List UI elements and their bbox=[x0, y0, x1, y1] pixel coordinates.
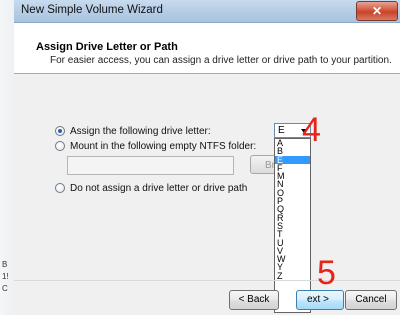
drive-letter-option[interactable]: P bbox=[275, 197, 310, 205]
mount-folder-radio[interactable] bbox=[55, 141, 65, 151]
drive-letter-value: E bbox=[278, 125, 285, 136]
drive-letter-option[interactable]: M bbox=[275, 172, 310, 180]
assign-letter-label: Assign the following drive letter: bbox=[70, 125, 211, 137]
page-subtitle: For easier access, you can assign a driv… bbox=[50, 55, 392, 66]
next-button[interactable]: ext > bbox=[296, 290, 344, 310]
step-5-annotation: 5 bbox=[317, 254, 336, 292]
mount-folder-option[interactable]: Mount in the following empty NTFS folder… bbox=[55, 139, 256, 153]
step-4-annotation: 4 bbox=[302, 111, 321, 149]
drive-letter-option[interactable]: W bbox=[275, 255, 310, 263]
drive-letter-option[interactable]: N bbox=[275, 180, 310, 188]
window-title: New Simple Volume Wizard bbox=[21, 4, 163, 16]
background-text-fragment: C bbox=[2, 284, 8, 293]
drive-letter-option[interactable]: U bbox=[275, 239, 310, 247]
footer-divider bbox=[14, 280, 400, 281]
assign-letter-radio[interactable] bbox=[55, 126, 65, 136]
folder-path-input[interactable] bbox=[67, 156, 234, 175]
close-icon: ✕ bbox=[371, 4, 383, 18]
drive-letter-option[interactable]: R bbox=[275, 214, 310, 222]
background-text-fragment: 1! bbox=[2, 272, 9, 281]
no-assign-option[interactable]: Do not assign a drive letter or drive pa… bbox=[55, 181, 247, 195]
drive-letter-option[interactable]: T bbox=[275, 230, 310, 238]
drive-letter-option[interactable]: Q bbox=[275, 205, 310, 213]
drive-letter-option[interactable]: Y bbox=[275, 263, 310, 271]
no-assign-radio[interactable] bbox=[55, 183, 65, 193]
drive-letter-option[interactable]: V bbox=[275, 247, 310, 255]
drive-letter-dropdown-list[interactable]: ABEFMNOPQRSTUVWYZ bbox=[274, 138, 311, 313]
drive-letter-option[interactable]: O bbox=[275, 189, 310, 197]
back-button[interactable]: < Back bbox=[229, 290, 279, 310]
title-bar[interactable]: New Simple Volume Wizard ✕ bbox=[14, 0, 400, 23]
drive-letter-option[interactable]: S bbox=[275, 222, 310, 230]
background-text-fragment: B bbox=[2, 260, 8, 269]
wizard-header: Assign Drive Letter or Path For easier a… bbox=[14, 23, 400, 74]
wizard-window: New Simple Volume Wizard ✕ Assign Drive … bbox=[14, 0, 400, 315]
background-window-strip: B 1! C bbox=[0, 0, 15, 315]
no-assign-label: Do not assign a drive letter or drive pa… bbox=[70, 182, 248, 194]
page-title: Assign Drive Letter or Path bbox=[36, 41, 178, 53]
assign-letter-option[interactable]: Assign the following drive letter: bbox=[55, 124, 211, 138]
drive-letter-option[interactable]: E bbox=[275, 155, 310, 164]
mount-folder-label: Mount in the following empty NTFS folder… bbox=[70, 140, 257, 152]
drive-letter-option[interactable]: F bbox=[275, 164, 310, 172]
cancel-button[interactable]: Cancel bbox=[345, 290, 397, 310]
close-button[interactable]: ✕ bbox=[356, 1, 398, 21]
drive-letter-option[interactable]: Z bbox=[275, 272, 310, 280]
